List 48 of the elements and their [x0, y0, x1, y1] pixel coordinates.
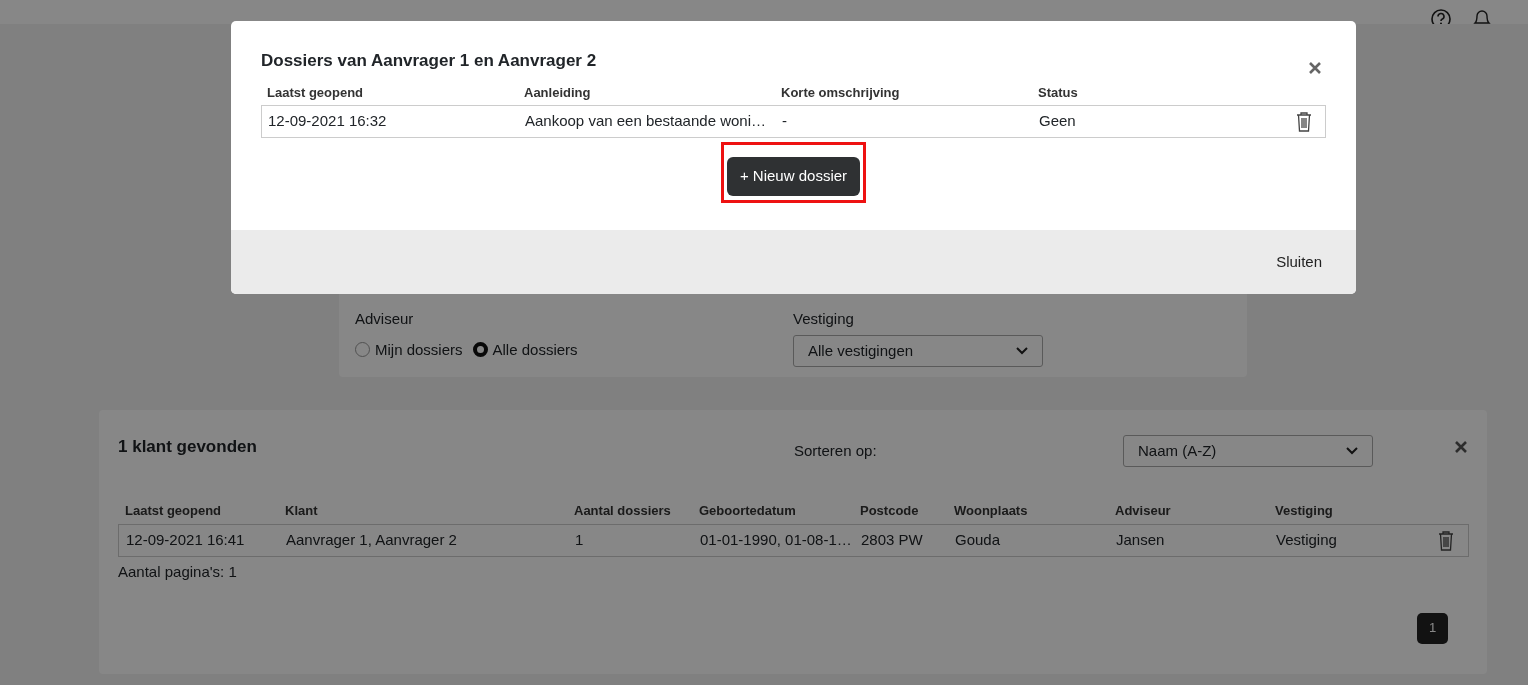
- table-cell-text: -: [782, 111, 788, 132]
- radio-icon[interactable]: [472, 342, 488, 358]
- table-cell-text: 01-01-1990, 01-08-1…: [700, 530, 853, 551]
- help-icon[interactable]: [1430, 8, 1452, 24]
- page-count: Aantal pagina's: 1: [118, 562, 238, 582]
- radio-option[interactable]: Mijn dossiers: [355, 338, 463, 361]
- new-dossier-button[interactable]: + Nieuw dossier: [726, 157, 861, 196]
- table-cell-text: Aanvrager 1, Aanvrager 2: [286, 530, 458, 551]
- field-label: Adviseur: [355, 310, 414, 328]
- column-header: Postcode: [860, 502, 920, 521]
- table-cell-text: Gouda: [955, 530, 1002, 551]
- chevron-down-icon: [1016, 346, 1028, 355]
- table-cell-text: Jansen: [1116, 530, 1166, 551]
- branch-select[interactable]: Alle vestigingen: [793, 334, 1043, 367]
- close-button[interactable]: Sluiten: [1276, 250, 1322, 274]
- results-title: 1 klant gevonden: [118, 436, 258, 459]
- column-header: Vestiging: [1275, 502, 1334, 521]
- close-icon[interactable]: [1308, 61, 1322, 75]
- column-header: Laatst geopend: [267, 84, 365, 103]
- table-row[interactable]: 12-09-2021 16:32 Aankoop van een bestaande woni… - Geen: [261, 105, 1326, 138]
- radio-label: Mijn dossiers: [375, 339, 463, 360]
- table-cell-text: Vestiging: [1276, 530, 1338, 551]
- table-cell-text: 12-09-2021 16:41: [126, 530, 246, 551]
- close-icon[interactable]: [1453, 439, 1469, 455]
- sort-label: Sorteren op:: [794, 440, 878, 461]
- table-row[interactable]: 12-09-2021 16:41 Aanvrager 1, Aanvrager 2 1 01-01-1990, 01-08-1… 2803 PW Gouda Jansen Vestiging: [118, 524, 1469, 557]
- column-header: Aantal dossiers: [574, 502, 672, 521]
- sort-select[interactable]: Naam (A-Z): [1123, 434, 1373, 468]
- column-header: Klant: [285, 502, 319, 521]
- column-header: Woonplaats: [954, 502, 1029, 521]
- radio-option[interactable]: Alle dossiers: [472, 338, 578, 361]
- table-cell-text: 12-09-2021 16:32: [268, 111, 388, 132]
- dialog-title: Dossiers van Aanvrager 1 en Aanvrager 2: [261, 51, 597, 72]
- chevron-down-icon: [1346, 447, 1358, 455]
- table-cell-text: Geen: [1039, 111, 1077, 132]
- page-button[interactable]: 1: [1417, 612, 1448, 644]
- field-label: Vestiging: [793, 310, 854, 328]
- radio-icon[interactable]: [355, 342, 370, 358]
- column-header: Korte omschrijving: [781, 84, 901, 103]
- column-header: Laatst geopend: [125, 502, 223, 521]
- column-header: Status: [1038, 84, 1079, 103]
- column-header: Aanleiding: [524, 84, 592, 103]
- column-header: Geboortedatum: [699, 502, 797, 521]
- table-cell-text: 1: [575, 530, 585, 551]
- radio-label: Alle dossiers: [492, 339, 578, 360]
- column-header: Adviseur: [1115, 502, 1172, 521]
- table-cell-text: 2803 PW: [861, 530, 924, 551]
- table-cell-text: Aankoop van een bestaande woni…: [525, 111, 767, 132]
